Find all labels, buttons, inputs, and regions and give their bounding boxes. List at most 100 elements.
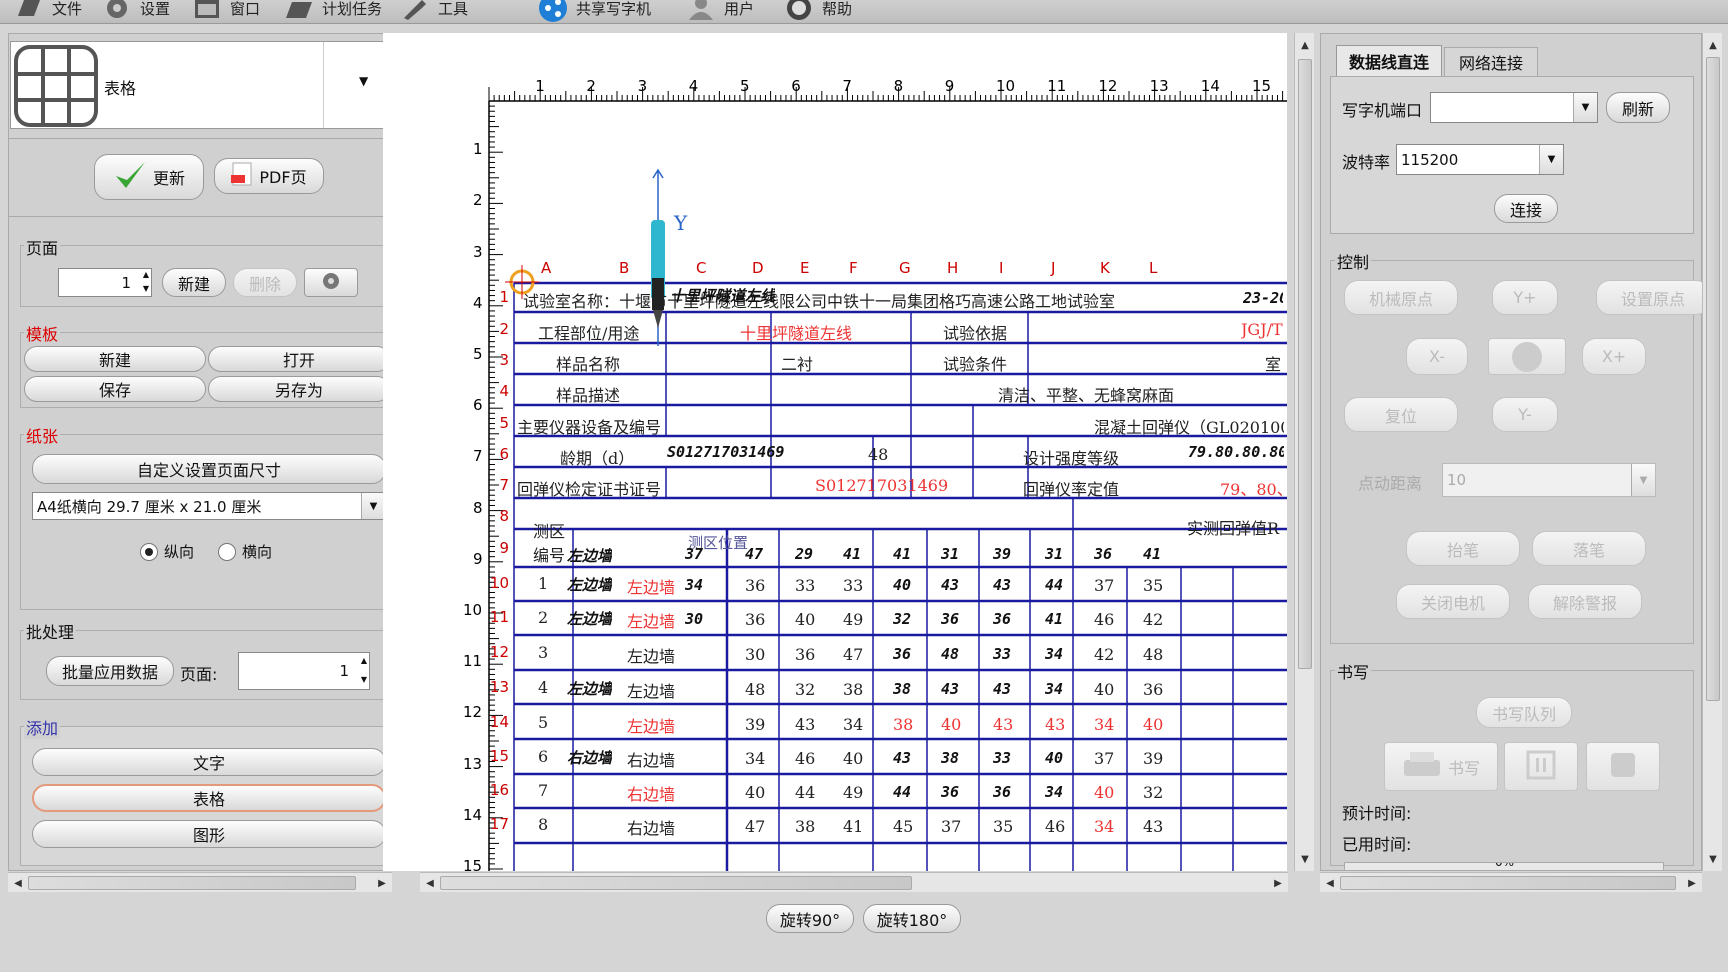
element-type-select[interactable]: 表格 ▼ bbox=[10, 41, 392, 129]
set-origin-button[interactable]: 设置原点 bbox=[1596, 280, 1710, 315]
right-vertical-scrollbar[interactable]: ▲ ▼ bbox=[1702, 33, 1722, 871]
menu-user[interactable]: 用户 bbox=[684, 0, 754, 22]
menu-tools[interactable]: 工具 bbox=[398, 0, 468, 22]
scroll-up-icon[interactable]: ▲ bbox=[1297, 37, 1313, 53]
scroll-down-icon[interactable]: ▼ bbox=[1297, 851, 1313, 867]
scroll-thumb[interactable] bbox=[1706, 57, 1720, 701]
baud-label: 波特率 bbox=[1342, 153, 1391, 172]
right-horizontal-scrollbar[interactable]: ◀ ▶ bbox=[1320, 872, 1702, 892]
tab-network[interactable]: 网络连接 bbox=[1444, 47, 1538, 76]
canvas-rulers-and-grid bbox=[488, 87, 1287, 871]
pen-marker-icon[interactable] bbox=[643, 168, 673, 348]
motor-off-button[interactable]: 关闭电机 bbox=[1396, 584, 1510, 619]
custom-page-size-button[interactable]: 自定义设置页面尺寸 bbox=[32, 454, 386, 484]
paper-size-select[interactable]: A4纸横向 29.7 厘米 x 21.0 厘米 ▼ bbox=[32, 492, 386, 520]
scroll-left-icon[interactable]: ◀ bbox=[10, 875, 26, 891]
write-button[interactable]: 书写 bbox=[1384, 742, 1498, 791]
scroll-left-icon[interactable]: ◀ bbox=[422, 875, 438, 891]
document-canvas[interactable]: 1 2 3 4 5 6 7 8 9 10 11 12 13 14 15 1 2 3 4 5 6 7 8 9 10 11 12 13 1… bbox=[383, 33, 1287, 871]
zone-handwritten: 左边墙 bbox=[567, 680, 613, 698]
rebound-value: 47 bbox=[745, 817, 766, 836]
rebound-value: 31 bbox=[941, 545, 960, 563]
left-horizontal-scrollbar[interactable]: ◀ ▶ bbox=[8, 872, 392, 892]
template-save-as-button[interactable]: 另存为 bbox=[208, 376, 390, 402]
menu-file[interactable]: 文件 bbox=[12, 0, 82, 22]
x-plus-button[interactable]: X+ bbox=[1582, 338, 1646, 375]
spin-up-icon[interactable]: ▲ bbox=[143, 270, 149, 279]
clear-alarm-label: 解除警报 bbox=[1552, 593, 1617, 613]
x-minus-button[interactable]: X- bbox=[1406, 338, 1468, 375]
clear-alarm-button[interactable]: 解除警报 bbox=[1528, 584, 1642, 619]
scroll-thumb[interactable] bbox=[440, 876, 912, 890]
scroll-up-icon[interactable]: ▲ bbox=[1705, 37, 1721, 53]
stop-button[interactable] bbox=[1586, 742, 1660, 791]
add-shape-button[interactable]: 图形 bbox=[32, 820, 386, 848]
port-select[interactable]: ▼ bbox=[1430, 92, 1598, 123]
template-open-label: 打开 bbox=[282, 351, 315, 370]
pen-up-button[interactable]: 抬笔 bbox=[1406, 531, 1520, 566]
tab-direct-cable[interactable]: 数据线直连 bbox=[1336, 45, 1442, 76]
step-distance-label: 点动距离 bbox=[1358, 474, 1423, 493]
machine-origin-button[interactable]: 机械原点 bbox=[1344, 280, 1458, 315]
zone-position: 右边墙 bbox=[627, 819, 676, 838]
printer-icon bbox=[1402, 750, 1442, 784]
rotate-90-label: 旋转90° bbox=[779, 910, 841, 930]
rebound-value: 36 bbox=[795, 645, 816, 664]
landscape-radio[interactable]: 横向 bbox=[218, 541, 272, 562]
spin-down-icon[interactable]: ▼ bbox=[143, 284, 149, 293]
menu-settings[interactable]: 设置 bbox=[100, 0, 170, 22]
template-open-button[interactable]: 打开 bbox=[208, 346, 390, 372]
step-distance-select[interactable]: 10 ▼ bbox=[1442, 463, 1656, 497]
write-queue-button[interactable]: 书写队列 bbox=[1476, 697, 1572, 728]
spin-up-icon[interactable]: ▲ bbox=[361, 656, 367, 665]
rebound-value: 43 bbox=[993, 680, 1012, 698]
task-icon bbox=[282, 0, 316, 22]
reset-button[interactable]: 复位 bbox=[1344, 397, 1458, 432]
row-number: 5 bbox=[499, 414, 509, 432]
connect-button[interactable]: 连接 bbox=[1494, 194, 1558, 223]
batch-apply-button[interactable]: 批量应用数据 bbox=[46, 656, 174, 686]
menu-window[interactable]: 窗口 bbox=[190, 0, 260, 22]
scroll-right-icon[interactable]: ▶ bbox=[1684, 875, 1700, 891]
menu-settings-label: 设置 bbox=[140, 0, 171, 18]
scroll-down-icon[interactable]: ▼ bbox=[1705, 851, 1721, 867]
y-plus-button[interactable]: Y+ bbox=[1492, 280, 1558, 315]
ruler-top-label: 3 bbox=[637, 77, 648, 95]
add-text-button[interactable]: 文字 bbox=[32, 748, 386, 776]
pdf-page-button[interactable]: PDF页 bbox=[214, 158, 324, 194]
measured-rebound-label: 实测回弹值R bbox=[1187, 519, 1280, 538]
portrait-radio[interactable]: 纵向 bbox=[140, 541, 194, 562]
pause-button[interactable] bbox=[1504, 742, 1578, 791]
menu-share[interactable]: 共享写字机 bbox=[536, 0, 651, 22]
page-delete-button[interactable]: 删除 bbox=[233, 268, 297, 297]
menu-tasks[interactable]: 计划任务 bbox=[282, 0, 382, 22]
baud-select[interactable]: 115200 ▼ bbox=[1396, 144, 1564, 175]
scroll-thumb[interactable] bbox=[1298, 59, 1312, 669]
rotate-180-button[interactable]: 旋转180° bbox=[863, 904, 961, 933]
cert-value: S012717031469 bbox=[815, 476, 949, 495]
page-new-button[interactable]: 新建 bbox=[162, 268, 226, 297]
spin-down-icon[interactable]: ▼ bbox=[361, 675, 367, 684]
menu-help[interactable]: 帮助 bbox=[782, 0, 852, 22]
add-table-button[interactable]: 表格 bbox=[32, 784, 386, 812]
pen-down-button[interactable]: 落笔 bbox=[1532, 531, 1646, 566]
update-button[interactable]: 更新 bbox=[94, 154, 204, 200]
column-letter: C bbox=[696, 259, 707, 277]
scroll-left-icon[interactable]: ◀ bbox=[1322, 875, 1338, 891]
rebound-value: 44 bbox=[795, 783, 816, 802]
scroll-thumb[interactable] bbox=[1340, 876, 1676, 890]
page-number-input[interactable]: 1 ▲ ▼ bbox=[58, 268, 152, 297]
template-new-button[interactable]: 新建 bbox=[24, 346, 206, 372]
template-save-button[interactable]: 保存 bbox=[24, 376, 206, 402]
canvas-vertical-scrollbar[interactable]: ▲ ▼ bbox=[1294, 33, 1314, 871]
scroll-thumb[interactable] bbox=[28, 876, 356, 890]
home-button[interactable] bbox=[1488, 338, 1566, 375]
canvas-horizontal-scrollbar[interactable]: ◀ ▶ bbox=[420, 872, 1288, 892]
scroll-right-icon[interactable]: ▶ bbox=[1270, 875, 1286, 891]
scroll-right-icon[interactable]: ▶ bbox=[374, 875, 390, 891]
y-minus-button[interactable]: Y- bbox=[1492, 397, 1558, 432]
page-settings-button[interactable] bbox=[304, 268, 358, 297]
refresh-button[interactable]: 刷新 bbox=[1606, 92, 1670, 123]
rotate-90-button[interactable]: 旋转90° bbox=[766, 904, 854, 933]
batch-page-input[interactable]: 1 ▲ ▼ bbox=[238, 652, 370, 690]
